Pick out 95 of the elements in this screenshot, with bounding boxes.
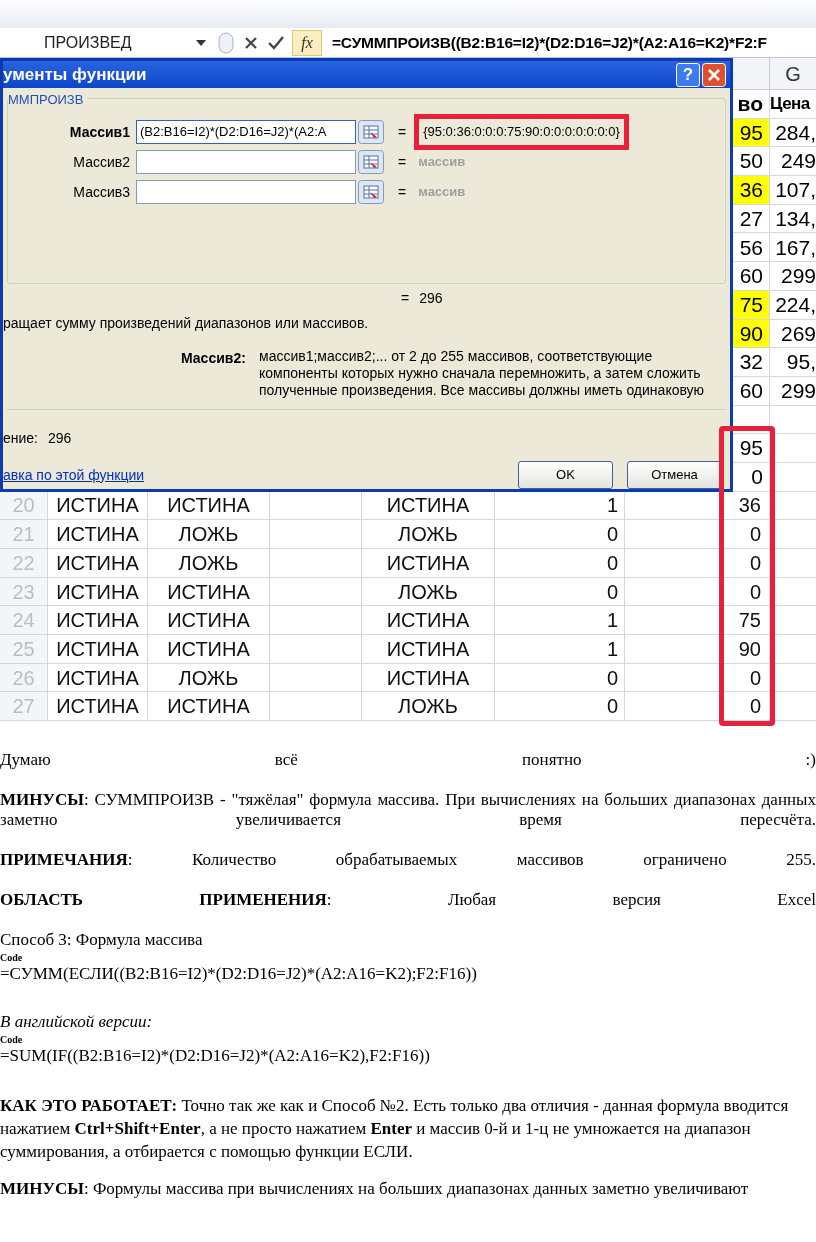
paragraph: МИНУСЫ: СУММПРОИЗВ - "тяжёлая" формула массива. При вычислениях на больших диапазонах данных заметно увеличивается время пересчёта. [0, 790, 816, 830]
table-cell: 1 [495, 635, 625, 664]
argument-description: массив1;массив2;... от 2 до 255 массивов, соответствующие компоненты которых нужно сначала перемножить, а затем сложить полученные произведения. Все массивы должны иметь одинаковую [259, 348, 706, 399]
field-label: Массив1 [68, 122, 131, 142]
argument-result: {95:0:36:0:0:0:75:90:0:0:0:0:0:0:0} [414, 114, 629, 150]
code-label: Code [0, 1034, 24, 1046]
table-cell: ЛОЖЬ [148, 549, 270, 578]
formula-text[interactable]: =СУММПРОИЗВ((B2:B16=I2)*(D2:D16=J2)*(A2:A16=K2)*F2:F [332, 30, 767, 55]
range-picker-icon[interactable] [358, 180, 384, 204]
table-cell: ИСТИНА [148, 635, 270, 664]
table-cell: ИСТИНА [48, 692, 148, 722]
cancel-icon[interactable] [244, 35, 258, 50]
table-cell: 284, [770, 118, 816, 148]
check-icon[interactable] [268, 35, 284, 50]
table-cell: 0 [495, 692, 625, 722]
code-line: =SUM(IF((B2:B16=I2)*(D2:D16=J2)*(A2:A16=K2),F2:F16)) [0, 1046, 431, 1066]
table-cell: 95, [770, 348, 816, 377]
equals-sign: = [398, 182, 407, 202]
paragraph: МИНУСЫ: Формулы массива при вычислениях на больших диапазонах данных заметно увеличивают [0, 1178, 750, 1200]
field-label: Массив3 [72, 182, 131, 202]
table-cell: 0 [722, 577, 770, 607]
help-button[interactable]: ? [676, 62, 700, 87]
table-cell: ЛОЖЬ [362, 692, 495, 722]
table-cell: 0 [722, 520, 770, 549]
value-label: ение: [3, 429, 38, 448]
equals-sign: = [398, 152, 407, 172]
equals-sign: = [398, 122, 407, 142]
equals-sign: = [401, 289, 410, 308]
field-label: Массив2 [72, 152, 131, 172]
table-cell: ИСТИНА [48, 577, 148, 607]
table-cell: 224, [770, 290, 816, 320]
column-header[interactable]: G [770, 58, 816, 89]
paragraph: В английской версии: [0, 1012, 154, 1032]
paragraph: КАК ЭТО РАБОТАЕТ: Точно так же как и Способ №2. Есть только два отличия - данная формула вводится нажатием Ctrl+Shift+Enter, а не просто нажатием Enter и массив 0-й и 1-ц не умножается на диапазон суммирования, а отбирается с помощью функции ЕСЛИ. [0, 1095, 790, 1163]
argument-result: массив [417, 153, 467, 172]
paragraph: ОБЛАСТЬ ПРИМЕНЕНИЯ: Любая версия Excel [0, 890, 816, 910]
argument-name: Массив2: [181, 349, 247, 368]
input-field[interactable] [136, 180, 356, 204]
cancel-button[interactable]: Отмена [627, 461, 722, 489]
table-cell: ИСТИНА [48, 663, 148, 693]
table-cell: ЛОЖЬ [362, 520, 495, 549]
table-cell: 249 [770, 147, 816, 177]
table-cell: 0 [722, 663, 770, 693]
table-cell: 299 [770, 376, 816, 406]
table-cell: 0 [495, 520, 625, 549]
table-cell: ЛОЖЬ [148, 520, 270, 549]
paragraph: Думаю всё понятно :) [0, 750, 816, 770]
table-cell: 1 [495, 606, 625, 636]
argument-result: массив [417, 183, 467, 202]
table-cell: 107, [770, 176, 816, 205]
name-box-text: ПРОИЗВЕД [44, 32, 132, 53]
table-cell: 0 [722, 549, 770, 578]
table-cell: ИСТИНА [362, 635, 495, 664]
ok-button[interactable]: OK [518, 461, 613, 489]
help-link[interactable]: авка по этой функции [3, 464, 145, 486]
table-cell: ИСТИНА [148, 606, 270, 636]
table-cell: ИСТИНА [148, 692, 270, 722]
table-cell: 0 [722, 692, 770, 722]
window-title: ументы функции [3, 63, 148, 86]
table-cell: ИСТИНА [48, 549, 148, 578]
table-cell: 0 [495, 663, 625, 693]
table-cell: 90 [722, 635, 770, 664]
input-field[interactable] [136, 150, 356, 174]
table-cell: 0 [495, 577, 625, 607]
range-picker-icon[interactable] [358, 120, 384, 144]
table-cell: ИСТИНА [48, 520, 148, 549]
table-cell: ИСТИНА [362, 549, 495, 578]
paragraph: ПРИМЕЧАНИЯ: Количество обрабатываемых массивов ограничено 255. [0, 850, 816, 870]
code-line: =СУММ(ЕСЛИ((B2:B16=I2)*(D2:D16=J2)*(A2:A16=K2);F2:F16)) [0, 964, 478, 984]
table-cell: 299 [770, 262, 816, 291]
splitter-handle-icon[interactable] [218, 31, 234, 54]
table-cell: ЛОЖЬ [148, 663, 270, 693]
section-heading: Способ 3: Формула массива [0, 930, 204, 950]
table-cell: ИСТИНА [362, 663, 495, 693]
table-cell: 0 [495, 549, 625, 578]
value-text: 296 [48, 429, 72, 448]
function-description: ращает сумму произведений диапазонов или массивов. [3, 314, 370, 333]
close-icon[interactable] [702, 62, 726, 87]
table-cell: ИСТИНА [362, 606, 495, 636]
function-button[interactable]: fx [292, 29, 322, 56]
table-cell: ИСТИНА [148, 577, 270, 607]
formula-result: 296 [419, 289, 443, 308]
table-cell: ИСТИНА [48, 635, 148, 664]
dropdown-caret-icon[interactable] [196, 39, 206, 46]
code-label: Code [0, 952, 24, 964]
table-cell: 269 [770, 319, 816, 349]
table-cell: ИСТИНА [48, 606, 148, 636]
table-cell: 134, [770, 204, 816, 234]
name-box[interactable]: ПРОИЗВЕД [36, 30, 214, 55]
range-picker-icon[interactable] [358, 150, 384, 174]
table-cell: 167, [770, 233, 816, 263]
table-cell: ЛОЖЬ [362, 577, 495, 607]
table-cell: Цена [770, 90, 816, 119]
table-cell: 75 [722, 606, 770, 636]
input-field[interactable]: (B2:B16=I2)*(D2:D16=J2)*(A2:A [136, 120, 356, 144]
